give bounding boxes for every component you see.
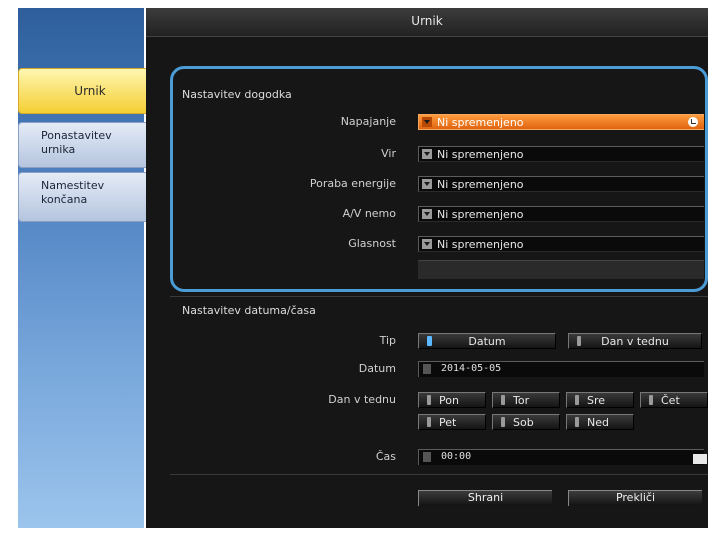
av-mute-value: Ni spremenjeno bbox=[437, 208, 524, 221]
label-date: Datum bbox=[358, 362, 396, 375]
power-dropdown[interactable]: Ni spremenjeno bbox=[418, 114, 704, 130]
volume-value: Ni spremenjeno bbox=[437, 238, 524, 251]
weekday-ned[interactable]: Ned bbox=[566, 414, 634, 430]
main-panel: Urnik Nastavitev dogodka Napajanje Ni sp… bbox=[146, 8, 708, 528]
section-title-datetime: Nastavitev datuma/časa bbox=[182, 304, 316, 317]
volume-dropdown[interactable]: Ni spremenjeno bbox=[418, 236, 704, 252]
power-consumption-dropdown[interactable]: Ni spremenjeno bbox=[418, 176, 704, 192]
weekday-label: Čet bbox=[661, 394, 680, 407]
label-power-consumption: Poraba energije bbox=[309, 177, 396, 190]
save-button[interactable]: Shrani bbox=[418, 490, 552, 506]
weekday-tor[interactable]: Tor bbox=[492, 392, 560, 408]
field-end-marker bbox=[693, 454, 707, 464]
source-dropdown[interactable]: Ni spremenjeno bbox=[418, 146, 704, 162]
window-title: Urnik bbox=[411, 14, 443, 28]
field-cap-icon bbox=[423, 364, 431, 374]
sidebar-item-setup-complete[interactable]: Namestitev končana bbox=[18, 172, 162, 222]
weekday-label: Sre bbox=[587, 394, 606, 407]
sidebar-item-reset-schedule[interactable]: Ponastavitev urnika bbox=[18, 122, 162, 168]
time-value: 00:00 bbox=[441, 451, 472, 462]
weekday-pet[interactable]: Pet bbox=[418, 414, 486, 430]
checkbox-icon bbox=[501, 417, 505, 427]
date-value: 2014-05-05 bbox=[441, 363, 502, 374]
label-type: Tip bbox=[379, 334, 396, 347]
divider bbox=[170, 474, 708, 475]
checkbox-icon bbox=[649, 395, 653, 405]
weekday-label: Pet bbox=[439, 416, 457, 429]
source-value: Ni spremenjeno bbox=[437, 148, 524, 161]
type-option-weekday[interactable]: Dan v tednu bbox=[568, 333, 702, 349]
power-consumption-value: Ni spremenjeno bbox=[437, 178, 524, 191]
chevron-down-icon bbox=[422, 117, 432, 127]
field-cap-icon bbox=[423, 452, 431, 462]
label-volume: Glasnost bbox=[348, 237, 396, 250]
label-power: Napajanje bbox=[340, 115, 396, 128]
empty-field bbox=[418, 260, 704, 279]
title-bar: Urnik bbox=[146, 8, 708, 37]
chevron-down-icon bbox=[422, 179, 432, 189]
checkbox-icon bbox=[427, 417, 431, 427]
sidebar-item-urnik[interactable]: Urnik bbox=[18, 68, 162, 114]
checkbox-icon bbox=[501, 395, 505, 405]
chevron-down-icon bbox=[422, 149, 432, 159]
section-title-event: Nastavitev dogodka bbox=[182, 88, 292, 101]
label-weekday: Dan v tednu bbox=[328, 393, 396, 406]
checkbox-icon bbox=[427, 395, 431, 405]
cancel-button[interactable]: Prekliči bbox=[568, 490, 702, 506]
label-av-mute: A/V nemo bbox=[342, 207, 396, 220]
weekday-pon[interactable]: Pon bbox=[418, 392, 486, 408]
weekday-label: Pon bbox=[439, 394, 459, 407]
chevron-down-icon bbox=[422, 209, 432, 219]
checkbox-icon bbox=[575, 417, 579, 427]
chevron-down-icon bbox=[422, 239, 432, 249]
date-input[interactable]: 2014-05-05 bbox=[418, 361, 704, 377]
sidebar-item-label: Ponastavitev urnika bbox=[41, 129, 112, 156]
type-option-date-label: Datum bbox=[468, 335, 506, 348]
time-input[interactable]: 00:00 bbox=[418, 449, 707, 465]
label-time: Čas bbox=[375, 450, 396, 463]
weekday-sob[interactable]: Sob bbox=[492, 414, 560, 430]
schedule-window: Urnik Ponastavitev urnika Namestitev kon… bbox=[18, 8, 708, 528]
weekday-cet[interactable]: Čet bbox=[640, 392, 708, 408]
weekday-label: Tor bbox=[513, 394, 530, 407]
weekday-label: Ned bbox=[587, 416, 609, 429]
weekday-label: Sob bbox=[513, 416, 534, 429]
av-mute-dropdown[interactable]: Ni spremenjeno bbox=[418, 206, 704, 222]
sidebar-item-label: Namestitev končana bbox=[41, 179, 105, 206]
sidebar-item-label: Urnik bbox=[74, 84, 106, 98]
weekday-sre[interactable]: Sre bbox=[566, 392, 634, 408]
power-value: Ni spremenjeno bbox=[437, 116, 524, 129]
check-icon bbox=[688, 117, 698, 127]
checkbox-icon bbox=[575, 395, 579, 405]
type-option-date[interactable]: Datum bbox=[418, 333, 556, 349]
divider bbox=[170, 296, 708, 297]
type-option-weekday-label: Dan v tednu bbox=[601, 335, 669, 348]
label-source: Vir bbox=[381, 147, 396, 160]
